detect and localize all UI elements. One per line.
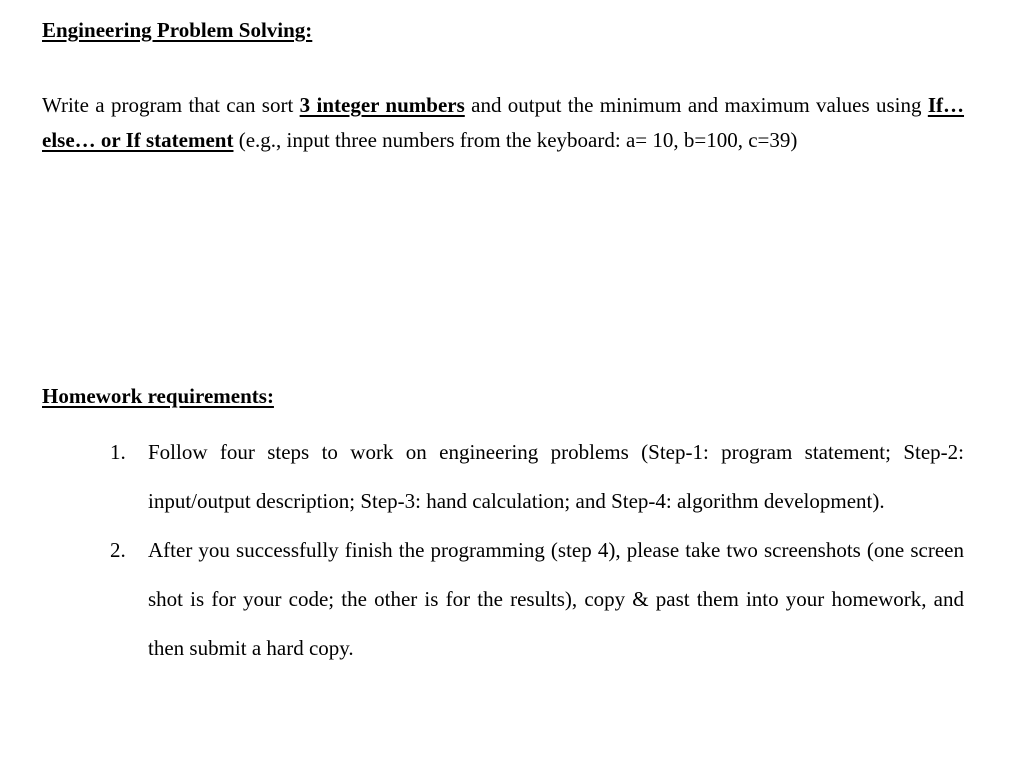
problem-statement: Write a program that can sort 3 integer … [42, 88, 964, 158]
emphasis-integer-numbers: 3 integer numbers [299, 93, 465, 117]
requirement-number: 1. [110, 440, 126, 464]
section-heading-homework-requirements: Homework requirements: [42, 384, 274, 408]
requirement-text: After you successfully finish the progra… [148, 538, 964, 660]
requirement-number: 2. [110, 538, 126, 562]
problem-text-part-3: (e.g., input three numbers from the keyb… [233, 128, 798, 152]
requirement-item: 1. Follow four steps to work on engineer… [110, 428, 964, 526]
problem-text-part-2: and output the minimum and maximum value… [464, 93, 928, 117]
requirements-list: 1. Follow four steps to work on engineer… [110, 428, 964, 673]
problem-text-part-1: Write a program that can sort [42, 93, 300, 117]
requirement-text: Follow four steps to work on engineering… [148, 440, 964, 513]
requirement-item: 2. After you successfully finish the pro… [110, 526, 964, 673]
section-heading-engineering-problem-solving: Engineering Problem Solving: [42, 18, 313, 42]
